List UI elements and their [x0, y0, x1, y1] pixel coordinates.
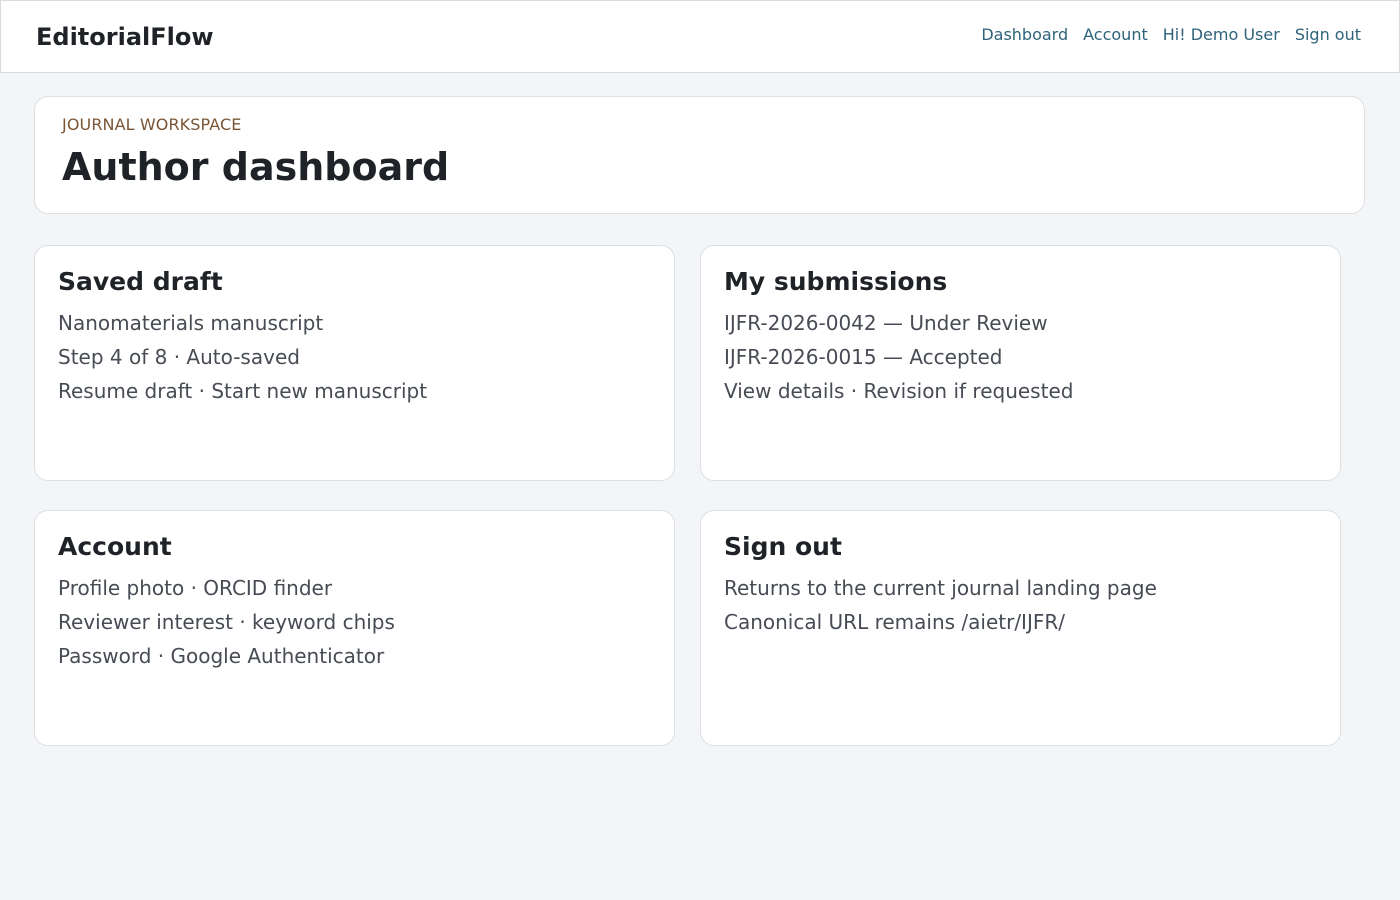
draft-manuscript-name: Nanomaterials manuscript	[58, 311, 324, 335]
account-profile-settings[interactable]: Profile photo · ORCID finder	[58, 571, 651, 605]
sign-out-description: Returns to the current journal landing p…	[724, 576, 1157, 600]
account-security-settings[interactable]: Password · Google Authenticator	[58, 639, 651, 673]
top-navbar: EditorialFlow Dashboard Account Hi! Demo…	[0, 0, 1400, 73]
dashboard-header-card: JOURNAL WORKSPACE Author dashboard	[34, 96, 1365, 214]
submission-item[interactable]: IJFR-2026-0015 — Accepted	[724, 340, 1317, 374]
nav-dashboard-link[interactable]: Dashboard	[981, 25, 1068, 45]
sign-out-card: Sign out Returns to the current journal …	[700, 510, 1341, 746]
draft-actions[interactable]: Resume draft · Start new manuscript	[58, 374, 651, 408]
submission-item[interactable]: IJFR-2026-0042 — Under Review	[724, 306, 1317, 340]
page-title: Author dashboard	[62, 145, 450, 189]
saved-draft-card: Saved draft Nanomaterials manuscript Ste…	[34, 245, 675, 481]
submission-actions[interactable]: View details · Revision if requested	[724, 374, 1317, 408]
workspace-eyebrow: JOURNAL WORKSPACE	[62, 115, 242, 134]
draft-progress: Step 4 of 8 · Auto-saved	[58, 345, 300, 369]
account-reviewer-settings[interactable]: Reviewer interest · keyword chips	[58, 605, 651, 639]
nav-account-link[interactable]: Account	[1083, 25, 1148, 45]
nav-signout-link[interactable]: Sign out	[1295, 25, 1361, 45]
nav-user-greeting[interactable]: Hi! Demo User	[1163, 25, 1280, 45]
sign-out-url-note: Canonical URL remains /aietr/IJFR/	[724, 610, 1065, 634]
top-nav-links: Dashboard Account Hi! Demo User Sign out	[981, 25, 1361, 45]
brand-logo[interactable]: EditorialFlow	[36, 22, 214, 52]
saved-draft-title: Saved draft	[58, 267, 223, 296]
my-submissions-card: My submissions IJFR-2026-0042 — Under Re…	[700, 245, 1341, 481]
account-card: Account Profile photo · ORCID finder Rev…	[34, 510, 675, 746]
sign-out-card-title[interactable]: Sign out	[724, 533, 1317, 561]
my-submissions-title: My submissions	[724, 267, 948, 296]
account-card-title: Account	[58, 532, 172, 561]
